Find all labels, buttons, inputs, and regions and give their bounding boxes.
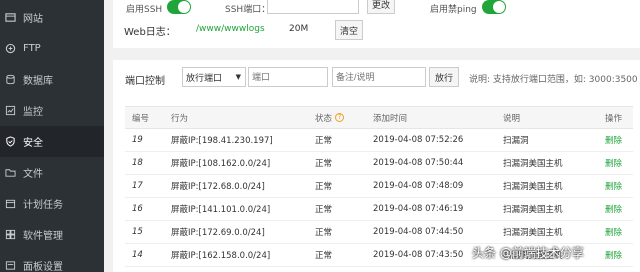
row-status: 正常 xyxy=(315,159,333,169)
website-icon xyxy=(4,12,16,24)
delete-button[interactable]: 删除 xyxy=(605,244,622,266)
row-action: 屏蔽IP:[141.101.0.0/24] xyxy=(171,205,271,215)
folder-icon xyxy=(4,167,16,179)
row-action: 屏蔽IP:[172.69.0.0/24] xyxy=(171,228,265,238)
watermark: 头条 @前端技术分享 xyxy=(472,246,584,260)
port-control-panel: 端口控制 放行端口 ▼ 放行 说明: 支持放行端口范围，如: 3000:3500… xyxy=(113,60,640,272)
row-status: 正常 xyxy=(315,136,333,146)
action-select[interactable]: 放行端口 ▼ xyxy=(182,67,246,87)
row-id: 15 xyxy=(132,227,143,237)
help-icon[interactable]: ? xyxy=(335,113,345,122)
table-row: 16 屏蔽IP:[141.101.0.0/24] 正常 2019-04-08 0… xyxy=(125,198,633,221)
header-action: 行为 xyxy=(171,113,189,124)
change-port-button[interactable]: 更改 xyxy=(367,0,395,14)
header-status: 状态? xyxy=(315,107,345,128)
row-id: 14 xyxy=(132,250,143,260)
database-icon xyxy=(4,74,16,86)
row-desc: 扫漏洞美国主机 xyxy=(503,228,563,238)
row-time: 2019-04-08 07:44:50 xyxy=(373,227,464,237)
sidebar-item-files[interactable]: 文件 xyxy=(0,157,104,188)
row-desc: 扫漏洞美国主机 xyxy=(503,159,563,169)
row-status: 正常 xyxy=(315,182,333,192)
action-select-value: 放行端口 xyxy=(186,73,223,84)
row-time: 2019-04-08 07:52:26 xyxy=(373,135,464,145)
row-action: 屏蔽IP:[198.41.230.197] xyxy=(171,136,273,146)
ftp-icon xyxy=(4,43,16,55)
row-id: 16 xyxy=(132,204,143,214)
sidebar-item-cron[interactable]: 计划任务 xyxy=(0,188,104,219)
table-row: 18 屏蔽IP:[108.162.0.0/24] 正常 2019-04-08 0… xyxy=(125,152,633,175)
rules-table: 编号 行为 状态? 添加时间 说明 操作 19 屏蔽IP:[198.41.230… xyxy=(125,106,633,267)
clear-logs-button[interactable]: 清空 xyxy=(335,20,363,40)
sidebar-item-label: 面板设置 xyxy=(23,262,63,272)
sidebar-item-security[interactable]: 安全 xyxy=(0,126,104,157)
sidebar-item-label: FTP xyxy=(23,43,41,54)
note-input[interactable] xyxy=(332,67,426,87)
sidebar-item-website[interactable]: 网站 xyxy=(0,2,104,33)
delete-button[interactable]: 删除 xyxy=(605,198,622,220)
row-action: 屏蔽IP:[162.158.0.0/24] xyxy=(171,251,271,261)
row-id: 17 xyxy=(132,181,143,191)
delete-button[interactable]: 删除 xyxy=(605,152,622,174)
header-id: 编号 xyxy=(132,113,150,124)
port-control-title: 端口控制 xyxy=(125,76,165,87)
row-id: 18 xyxy=(132,158,143,168)
shield-icon xyxy=(4,136,16,148)
ssh-port-input[interactable] xyxy=(267,0,359,14)
row-time: 2019-04-08 07:50:44 xyxy=(373,158,464,168)
row-desc: 扫漏洞美国主机 xyxy=(503,182,563,192)
row-id: 19 xyxy=(132,135,143,145)
table-row: 17 屏蔽IP:[172.68.0.0/24] 正常 2019-04-08 07… xyxy=(125,175,633,198)
delete-button[interactable]: 删除 xyxy=(605,175,622,197)
monitor-icon xyxy=(4,105,16,117)
delete-button[interactable]: 删除 xyxy=(605,129,622,151)
sidebar-item-software[interactable]: 软件管理 xyxy=(0,219,104,250)
row-time: 2019-04-08 07:43:50 xyxy=(373,250,464,260)
table-row: 15 屏蔽IP:[172.69.0.0/24] 正常 2019-04-08 07… xyxy=(125,221,633,244)
sidebar-item-database[interactable]: 数据库 xyxy=(0,64,104,95)
row-status: 正常 xyxy=(315,228,333,238)
delete-button[interactable]: 删除 xyxy=(605,221,622,243)
sidebar-item-label: 计划任务 xyxy=(23,200,63,211)
sidebar-item-label: 安全 xyxy=(23,138,43,149)
sidebar-item-label: 网站 xyxy=(23,14,43,25)
ssh-toggle[interactable] xyxy=(167,0,191,14)
header-desc: 说明 xyxy=(503,113,521,124)
table-row: 19 屏蔽IP:[198.41.230.197] 正常 2019-04-08 0… xyxy=(125,129,633,152)
sidebar-item-label: 数据库 xyxy=(23,76,53,87)
sidebar-item-settings[interactable]: 面板设置 xyxy=(0,250,104,272)
row-time: 2019-04-08 07:48:09 xyxy=(373,181,464,191)
sidebar-item-label: 软件管理 xyxy=(23,231,63,242)
ssh-enable-label: 启用SSH xyxy=(126,5,163,15)
header-time: 添加时间 xyxy=(373,113,408,124)
weblog-size: 20M xyxy=(289,24,309,34)
row-action: 屏蔽IP:[172.68.0.0/24] xyxy=(171,182,265,192)
table-header: 编号 行为 状态? 添加时间 说明 操作 xyxy=(125,107,633,129)
chevron-down-icon: ▼ xyxy=(235,73,241,81)
sidebar-item-label: 监控 xyxy=(23,107,43,118)
row-desc: 扫漏洞美国主机 xyxy=(503,205,563,215)
grid-icon xyxy=(4,229,16,241)
ssh-settings-panel: 启用SSH SSH端口： 更改 启用禁ping Web日志： /www/wwwl… xyxy=(113,0,640,48)
ping-toggle[interactable] xyxy=(482,0,506,14)
row-desc: 扫漏洞 xyxy=(503,136,529,146)
row-action: 屏蔽IP:[108.162.0.0/24] xyxy=(171,159,271,169)
port-input[interactable] xyxy=(248,67,328,87)
ssh-port-label: SSH端口： xyxy=(225,5,271,15)
weblog-path[interactable]: /www/wwwlogs xyxy=(196,24,265,34)
calendar-icon xyxy=(4,198,16,210)
row-status: 正常 xyxy=(315,205,333,215)
row-time: 2019-04-08 07:46:19 xyxy=(373,204,464,214)
row-status: 正常 xyxy=(315,251,333,261)
header-op: 操作 xyxy=(605,113,623,124)
settings-icon xyxy=(4,260,16,272)
ping-label: 启用禁ping xyxy=(430,5,477,15)
weblog-label: Web日志： xyxy=(124,27,176,38)
port-hint: 说明: 支持放行端口范围，如: 3000:3500 xyxy=(469,75,638,85)
sidebar: 网站 FTP 数据库 监控 安全 文件 计划任务 软件管理 面板设置 xyxy=(0,0,104,272)
sidebar-item-ftp[interactable]: FTP xyxy=(0,33,104,64)
sidebar-item-monitor[interactable]: 监控 xyxy=(0,95,104,126)
sidebar-item-label: 文件 xyxy=(23,169,43,180)
allow-port-button[interactable]: 放行 xyxy=(429,67,459,87)
